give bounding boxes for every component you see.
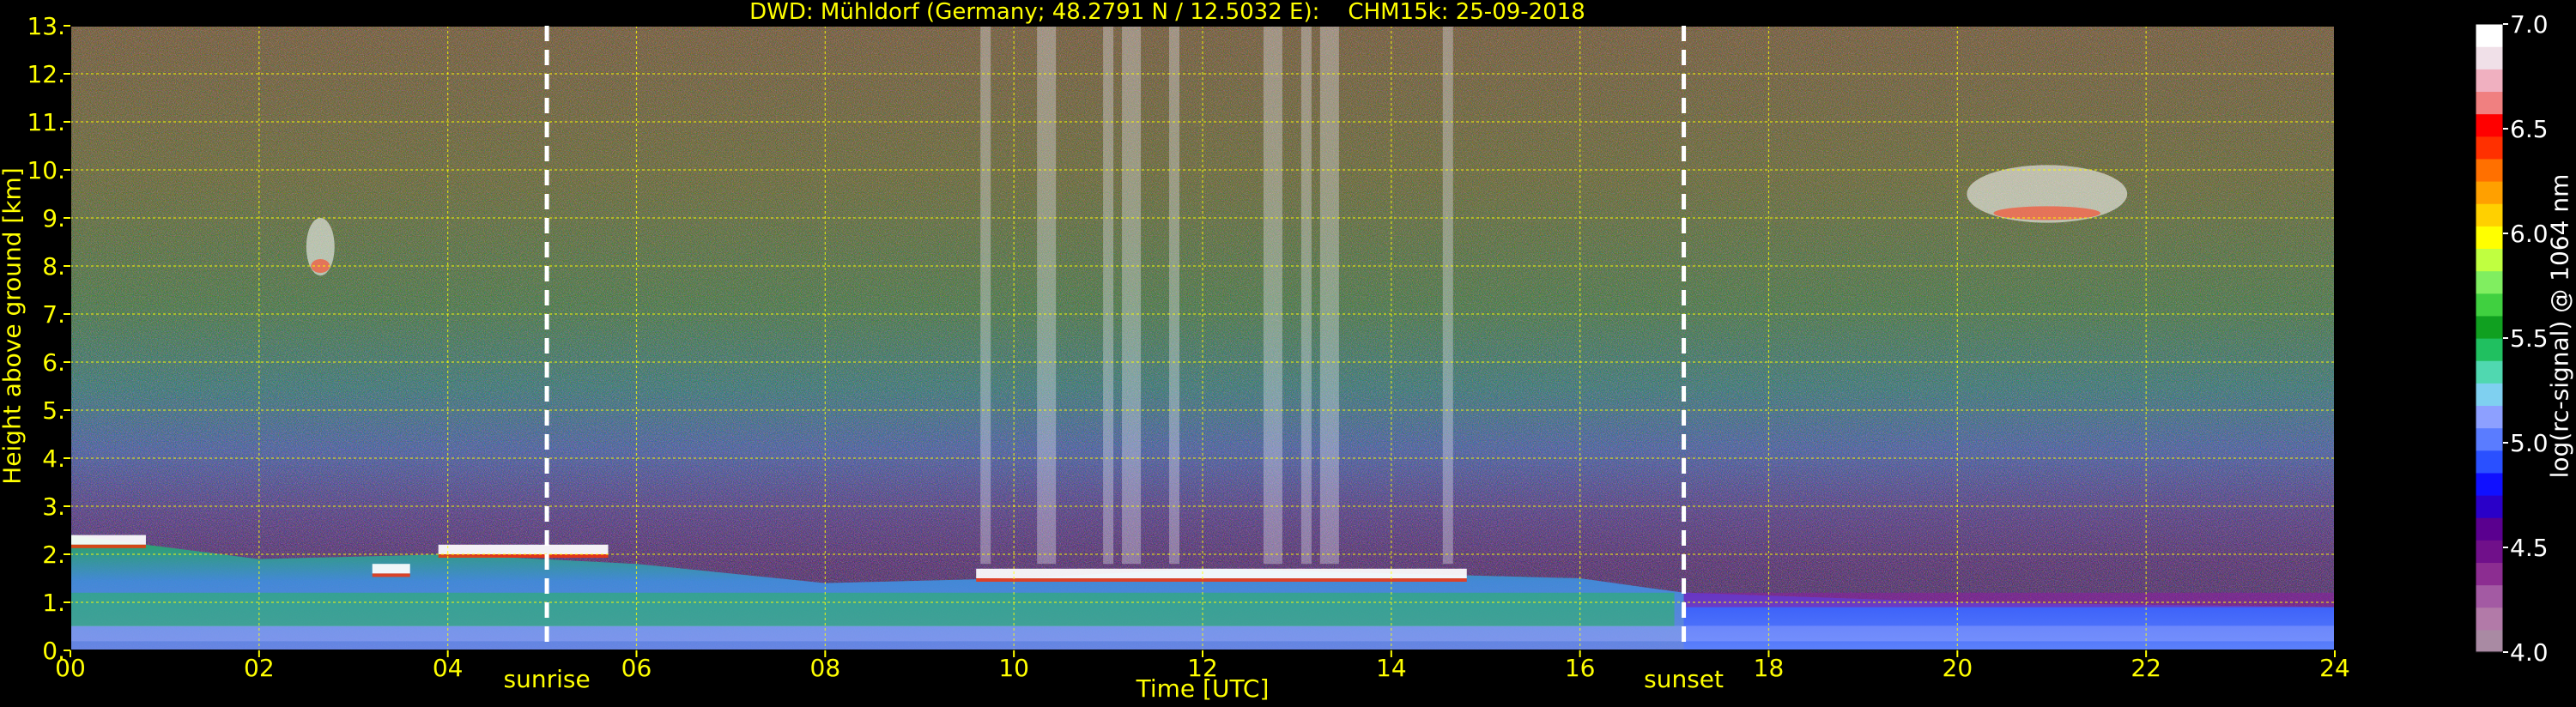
y-tick-label: 4. xyxy=(42,444,65,473)
signal-column xyxy=(1263,26,1282,565)
y-tick-label: 3. xyxy=(42,492,65,521)
colorbar-segment xyxy=(2476,383,2503,407)
colorbar-segment xyxy=(2476,562,2503,586)
x-tick-label: 18 xyxy=(1754,654,1785,682)
colorbar-segment xyxy=(2476,203,2503,227)
x-tick-label: 10 xyxy=(998,654,1029,682)
colorbar-segment xyxy=(2476,629,2503,653)
signal-column xyxy=(1037,26,1057,565)
colorbar-segment xyxy=(2476,226,2503,250)
colorbar-segment xyxy=(2476,495,2503,518)
sunset-label: sunset xyxy=(1644,665,1724,693)
colorbar-segment xyxy=(2476,607,2503,631)
colorbar-segment xyxy=(2476,248,2503,272)
x-tick-label: 12 xyxy=(1187,654,1218,682)
residual-layer xyxy=(1683,592,2335,607)
quicklook-chart: sunrise sunset00 02 04 06 08 10 12 14 16 18 20 22 240… xyxy=(27,10,2549,693)
x-tick-label: 04 xyxy=(433,654,464,682)
colorbar-tick-label: 7.0 xyxy=(2510,10,2549,39)
y-tick-label: 5. xyxy=(42,396,65,425)
x-tick-label: 16 xyxy=(1565,654,1596,682)
cloud-base xyxy=(976,578,1467,582)
y-tick-label: 9. xyxy=(42,204,65,233)
signal-column xyxy=(1300,26,1312,565)
y-tick-label: 13. xyxy=(27,12,65,40)
x-tick-label: 14 xyxy=(1376,654,1407,682)
y-tick-label: 2. xyxy=(42,541,65,569)
y-tick-label: 1. xyxy=(42,589,65,617)
colorbar-segment xyxy=(2476,427,2503,451)
x-tick-label: 20 xyxy=(1943,654,1973,682)
cloud-layer xyxy=(976,568,1467,578)
signal-column xyxy=(1319,26,1339,565)
x-tick-label: 24 xyxy=(2319,654,2350,682)
colorbar-segment xyxy=(2476,360,2503,384)
x-tick-label: 06 xyxy=(621,654,652,682)
cloud-layer xyxy=(438,544,609,554)
colorbar-segment xyxy=(2476,69,2503,93)
colorbar-tick-label: 4.0 xyxy=(2510,638,2549,667)
colorbar-tick-label: 6.5 xyxy=(2510,115,2549,143)
signal-column xyxy=(1169,26,1180,565)
signal-column xyxy=(1122,26,1142,565)
signal-column xyxy=(1442,26,1453,565)
colorbar-segment xyxy=(2476,24,2503,47)
signal-column xyxy=(1103,26,1114,565)
cloud-base xyxy=(70,544,146,548)
colorbar-segment xyxy=(2476,584,2503,608)
y-tick-label: 10. xyxy=(27,156,65,184)
colorbar-segment xyxy=(2476,338,2503,361)
colorbar-tick-label: 5.5 xyxy=(2510,324,2549,353)
y-tick-label: 0. xyxy=(42,637,65,665)
colorbar-segment xyxy=(2476,270,2503,294)
colorbar-segment xyxy=(2476,472,2503,496)
colorbar-segment xyxy=(2476,517,2503,541)
cloud-layer xyxy=(70,535,146,545)
colorbar-segment xyxy=(2476,405,2503,429)
x-tick-label: 22 xyxy=(2131,654,2161,682)
colorbar-segment xyxy=(2476,315,2503,339)
cloud-layer xyxy=(372,564,410,574)
x-tick-label: 08 xyxy=(810,654,841,682)
colorbar-segment xyxy=(2476,113,2503,137)
colorbar-segment xyxy=(2476,540,2503,564)
colorbar-tick-label: 4.5 xyxy=(2510,534,2549,562)
colorbar-segment xyxy=(2476,46,2503,69)
y-tick-label: 6. xyxy=(42,348,65,377)
y-tick-label: 7. xyxy=(42,300,65,329)
colorbar-segment xyxy=(2476,181,2503,204)
colorbar-segment xyxy=(2476,91,2503,115)
cloud-base xyxy=(372,573,410,577)
y-tick-label: 11. xyxy=(27,108,65,136)
colorbar-segment xyxy=(2476,158,2503,182)
colorbar-tick-label: 5.0 xyxy=(2510,429,2549,457)
signal-column xyxy=(980,26,991,565)
colorbar-segment xyxy=(2476,136,2503,160)
y-tick-label: 8. xyxy=(42,252,65,281)
colorbar-tick-label: 6.0 xyxy=(2510,220,2549,248)
mixed-layer-band xyxy=(70,592,1675,626)
colorbar-segment xyxy=(2476,293,2503,317)
x-tick-label: 02 xyxy=(244,654,275,682)
y-tick-label: 12. xyxy=(27,60,65,88)
sunrise-label: sunrise xyxy=(503,665,590,693)
colorbar-segment xyxy=(2476,450,2503,474)
